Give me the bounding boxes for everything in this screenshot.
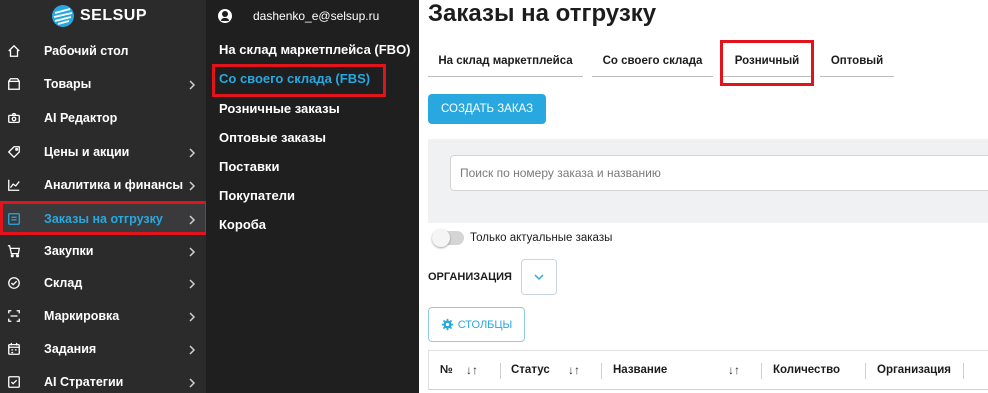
sidebar-item-analytics[interactable]: Аналитика и финансы [0, 168, 206, 201]
sidebar-item-label: Товары [44, 76, 92, 91]
sort-icon[interactable]: ↓↑ [466, 363, 478, 377]
tab-wholesale[interactable]: Оптовый [820, 45, 894, 77]
chevron-right-icon [187, 376, 197, 388]
submenu: dashenko_e@selsup.ru На склад маркетплей… [206, 0, 419, 393]
chevron-right-icon [187, 245, 197, 257]
gear-icon [441, 318, 453, 331]
columns-button-label: СТОЛБЦЫ [457, 318, 513, 331]
tag-icon [6, 144, 22, 160]
submenu-item-retail-orders[interactable]: Розничные заказы [219, 101, 340, 116]
submenu-item-fbs[interactable]: Со своего склада (FBS) [219, 71, 370, 86]
check-circle-icon [6, 275, 22, 291]
sort-icon[interactable]: ↓↑ [728, 363, 740, 377]
user-icon [218, 9, 232, 23]
main-content: Заказы на отгрузку На склад маркетплейса… [419, 0, 988, 393]
logo-text: SELSUP [80, 7, 148, 24]
box-icon [6, 76, 22, 92]
sidebar-item-label: Закупки [44, 243, 94, 258]
sidebar-item-orders[interactable]: Заказы на отгрузку [0, 202, 206, 235]
chevron-right-icon [187, 310, 197, 322]
sidebar-item-label: Заказы на отгрузку [44, 211, 163, 226]
sidebar-item-ai-strategies[interactable]: AI Стратегии [0, 365, 206, 393]
sidebar-item-label: Рабочий стол [44, 43, 129, 58]
user-account[interactable]: dashenko_e@selsup.ru [218, 9, 379, 23]
camera-icon [6, 110, 22, 126]
chart-line-icon [6, 177, 22, 193]
page-title: Заказы на отгрузку [428, 0, 657, 27]
sidebar: SELSUP Рабочий стол Товары AI Редактор Ц… [0, 0, 206, 393]
actual-orders-toggle[interactable] [432, 229, 464, 247]
tab-marketplace-warehouse[interactable]: На склад маркетплейса [428, 45, 583, 77]
column-header-name[interactable]: Название [613, 364, 667, 376]
sidebar-item-label: Маркировка [44, 308, 120, 323]
sidebar-item-ai-editor[interactable]: AI Редактор [0, 101, 206, 134]
chevron-right-icon [187, 146, 197, 158]
sidebar-item-label: Склад [44, 275, 83, 290]
selsup-logo-icon [52, 5, 74, 27]
orders-table-header: № ↓↑ Статус ↓↑ Название ↓↑ Количество Ор… [428, 350, 988, 390]
sidebar-item-label: Цены и акции [44, 144, 130, 159]
submenu-item-boxes[interactable]: Короба [219, 217, 266, 232]
column-divider [601, 363, 602, 379]
cart-icon [6, 243, 22, 259]
sort-icon[interactable]: ↓↑ [568, 363, 580, 377]
column-header-number[interactable]: № [440, 364, 453, 376]
create-order-button[interactable]: СОЗДАТЬ ЗАКАЗ [428, 94, 546, 124]
chevron-right-icon [187, 179, 197, 191]
column-divider [500, 363, 501, 379]
submenu-item-supplies[interactable]: Поставки [219, 159, 279, 174]
organization-dropdown[interactable] [521, 259, 557, 295]
column-divider [865, 363, 866, 379]
logo[interactable]: SELSUP [50, 4, 147, 28]
column-header-quantity[interactable]: Количество [773, 364, 840, 376]
column-divider [963, 363, 964, 379]
submenu-item-fbo[interactable]: На склад маркетплейса (FBO) [219, 42, 411, 57]
user-email: dashenko_e@selsup.ru [253, 9, 380, 23]
tab-retail[interactable]: Розничный [723, 45, 811, 77]
sidebar-item-warehouse[interactable]: Склад [0, 266, 206, 299]
sidebar-item-products[interactable]: Товары [0, 67, 206, 100]
submenu-item-wholesale-orders[interactable]: Оптовые заказы [219, 130, 326, 145]
scan-icon [6, 308, 22, 324]
column-header-status[interactable]: Статус [511, 364, 550, 376]
sidebar-item-label: Аналитика и финансы [44, 177, 184, 192]
home-icon [6, 43, 22, 59]
toggle-label: Только актуальные заказы [470, 232, 613, 244]
tab-own-warehouse[interactable]: Со своего склада [592, 45, 713, 77]
sidebar-item-label: AI Редактор [44, 110, 118, 125]
calendar-icon [6, 341, 22, 357]
search-input[interactable]: Поиск по номеру заказа и названию [450, 155, 988, 191]
sidebar-item-label: AI Стратегии [44, 374, 124, 389]
submenu-item-buyers[interactable]: Покупатели [219, 188, 295, 203]
sidebar-item-label: Задания [44, 341, 97, 356]
sidebar-item-tasks[interactable]: Задания [0, 332, 206, 365]
chevron-right-icon [187, 277, 197, 289]
chevron-right-icon [187, 78, 197, 90]
chevron-right-icon [187, 213, 197, 225]
sidebar-item-dashboard[interactable]: Рабочий стол [0, 34, 206, 67]
search-panel: Поиск по номеру заказа и названию [428, 139, 988, 223]
sidebar-item-prices[interactable]: Цены и акции [0, 135, 206, 168]
actual-orders-toggle-row: Только актуальные заказы [432, 229, 613, 247]
checklist-icon [6, 374, 22, 390]
sidebar-item-purchases[interactable]: Закупки [0, 234, 206, 267]
chevron-down-icon [534, 274, 544, 281]
column-divider [761, 363, 762, 379]
sidebar-item-marking[interactable]: Маркировка [0, 299, 206, 332]
columns-button[interactable]: СТОЛБЦЫ [428, 307, 525, 342]
column-header-organization[interactable]: Организация [877, 364, 951, 376]
chevron-right-icon [187, 343, 197, 355]
organization-label: ОРГАНИЗАЦИЯ [428, 271, 512, 283]
orders-icon [6, 211, 22, 227]
